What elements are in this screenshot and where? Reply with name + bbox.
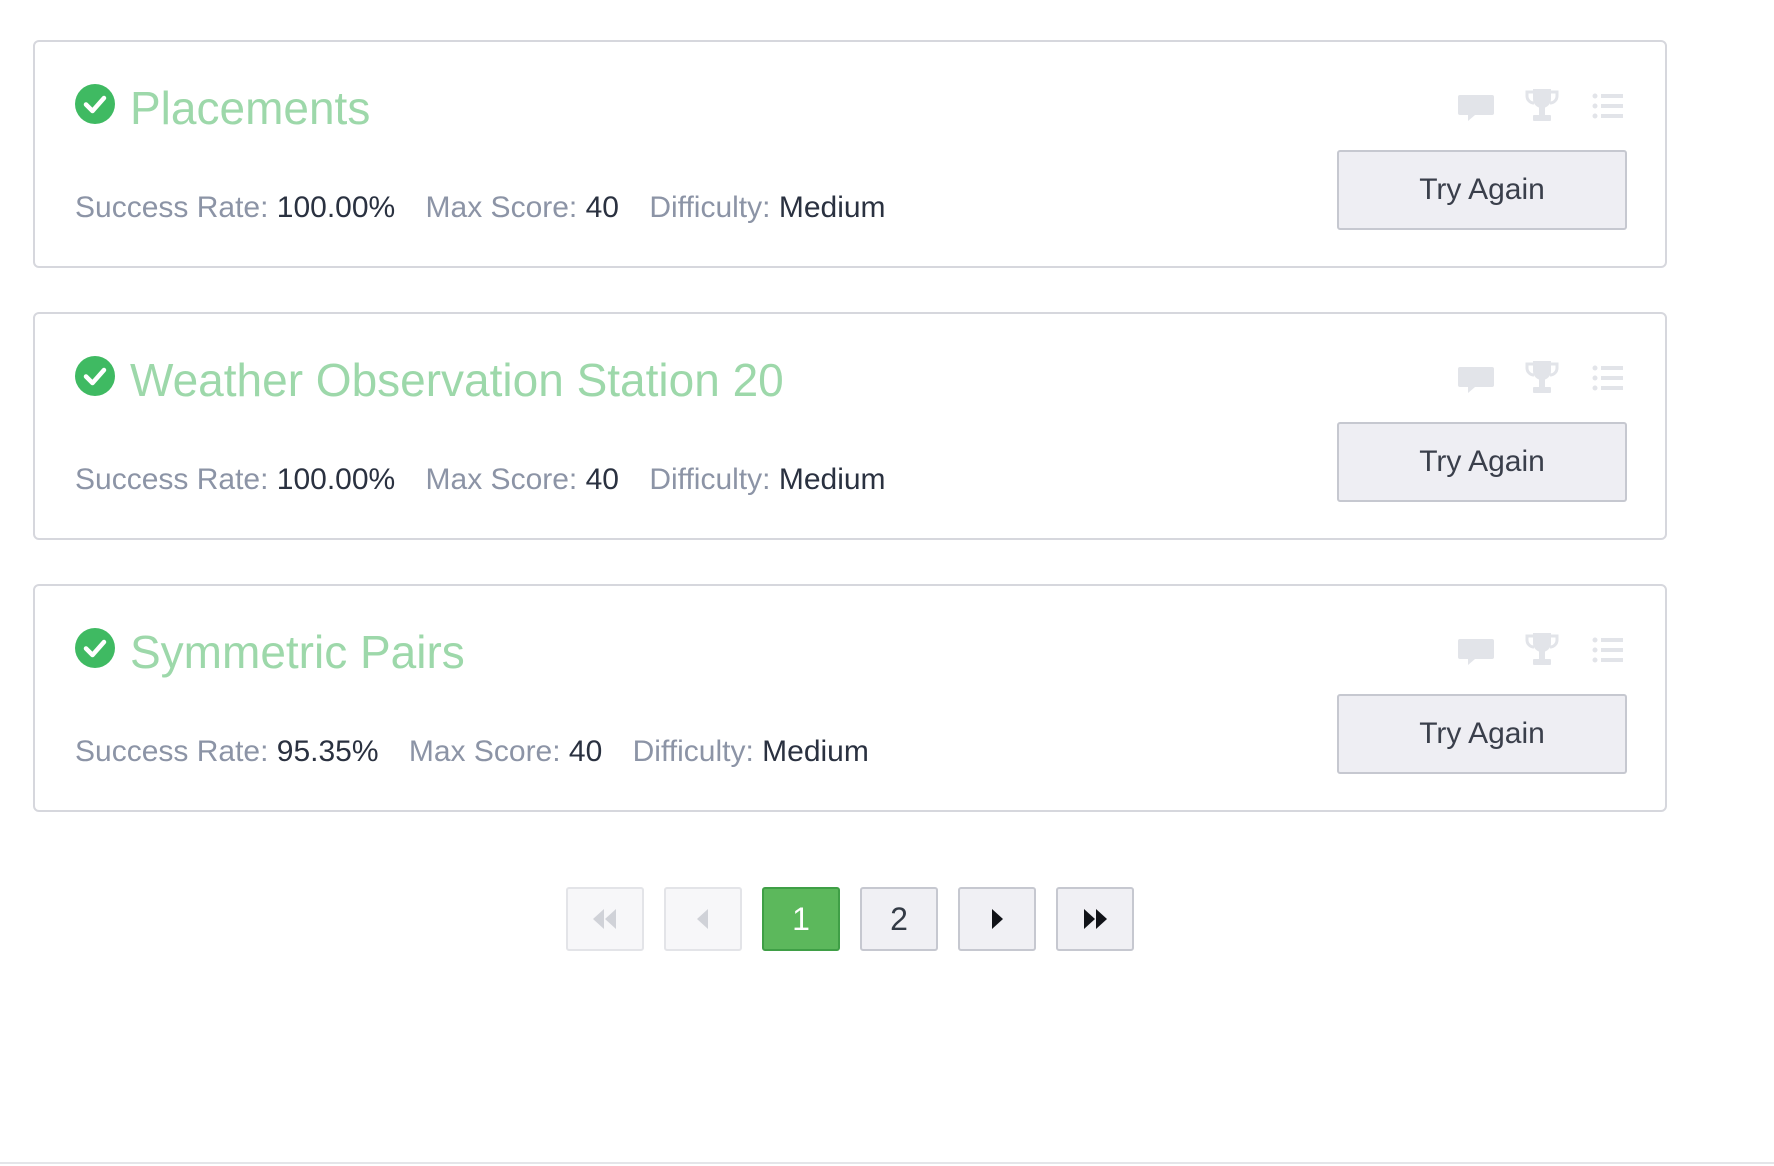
card-icon-group [1457, 86, 1627, 126]
page-2-button[interactable]: 2 [860, 887, 938, 951]
difficulty: Difficulty: Medium [632, 735, 869, 768]
challenge-stats: Success Rate: 100.00% Max Score: 40 Diff… [75, 189, 908, 227]
double-chevron-right-icon [1084, 909, 1107, 929]
challenge-title-link[interactable]: Symmetric Pairs [130, 624, 465, 680]
pagination: 1 2 [566, 887, 1134, 951]
try-again-button[interactable]: Try Again [1337, 694, 1627, 774]
try-again-button[interactable]: Try Again [1337, 422, 1627, 502]
max-score: Max Score: 40 [425, 191, 619, 224]
success-rate: Success Rate: 95.35% [75, 735, 379, 768]
leaderboard-trophy-icon[interactable] [1523, 630, 1561, 670]
challenge-card: Weather Observation Station 20 Success R… [33, 312, 1667, 540]
editorial-list-icon[interactable] [1589, 86, 1627, 126]
solved-check-icon [75, 628, 115, 668]
footer-divider [0, 1162, 1774, 1164]
first-page-button[interactable] [566, 887, 644, 951]
caret-left-icon [697, 909, 708, 929]
editorial-list-icon[interactable] [1589, 630, 1627, 670]
max-score: Max Score: 40 [408, 735, 603, 768]
leaderboard-trophy-icon[interactable] [1523, 86, 1561, 126]
difficulty: Difficulty: Medium [649, 191, 886, 224]
challenge-stats: Success Rate: 95.35% Max Score: 40 Diffi… [75, 733, 891, 771]
challenge-title-link[interactable]: Weather Observation Station 20 [130, 352, 784, 408]
difficulty: Difficulty: Medium [649, 463, 886, 496]
card-icon-group [1457, 358, 1627, 398]
discussion-icon[interactable] [1457, 86, 1495, 126]
challenge-card: Placements Success Rate: 100.00% Max Sco… [33, 40, 1667, 268]
challenge-card: Symmetric Pairs Success Rate: 95.35% Max… [33, 584, 1667, 812]
challenge-stats: Success Rate: 100.00% Max Score: 40 Diff… [75, 461, 908, 499]
discussion-icon[interactable] [1457, 630, 1495, 670]
max-score: Max Score: 40 [425, 463, 619, 496]
editorial-list-icon[interactable] [1589, 358, 1627, 398]
discussion-icon[interactable] [1457, 358, 1495, 398]
leaderboard-trophy-icon[interactable] [1523, 358, 1561, 398]
page-1-button[interactable]: 1 [762, 887, 840, 951]
caret-right-icon [992, 909, 1003, 929]
card-icon-group [1457, 630, 1627, 670]
double-chevron-left-icon [593, 909, 616, 929]
challenge-title-link[interactable]: Placements [130, 80, 370, 136]
previous-page-button[interactable] [664, 887, 742, 951]
solved-check-icon [75, 84, 115, 124]
last-page-button[interactable] [1056, 887, 1134, 951]
solved-check-icon [75, 356, 115, 396]
success-rate: Success Rate: 100.00% [75, 191, 396, 224]
success-rate: Success Rate: 100.00% [75, 463, 396, 496]
try-again-button[interactable]: Try Again [1337, 150, 1627, 230]
next-page-button[interactable] [958, 887, 1036, 951]
